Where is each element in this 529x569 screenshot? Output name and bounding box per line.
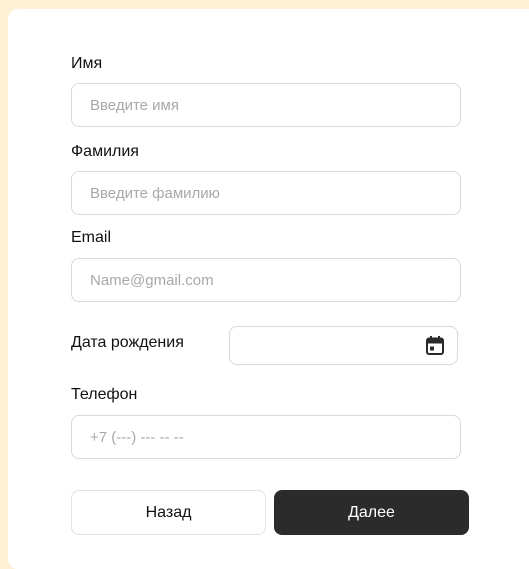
email-label: Email xyxy=(71,229,112,246)
back-button-label: Назад xyxy=(145,503,192,521)
first-name-label: Имя xyxy=(71,55,103,72)
calendar-icon[interactable] xyxy=(426,336,444,355)
last-name-label: Фамилия xyxy=(71,143,139,160)
birth-date-input[interactable] xyxy=(229,326,458,365)
last-name-input[interactable] xyxy=(71,171,461,215)
phone-input[interactable] xyxy=(71,415,461,459)
back-button[interactable]: Назад xyxy=(71,490,266,535)
phone-label: Телефон xyxy=(71,386,138,403)
birth-date-label: Дата рождения xyxy=(71,334,184,351)
next-button[interactable]: Далее xyxy=(274,490,469,535)
email-input[interactable] xyxy=(71,258,461,302)
first-name-input[interactable] xyxy=(71,83,461,127)
next-button-label: Далее xyxy=(348,503,395,521)
